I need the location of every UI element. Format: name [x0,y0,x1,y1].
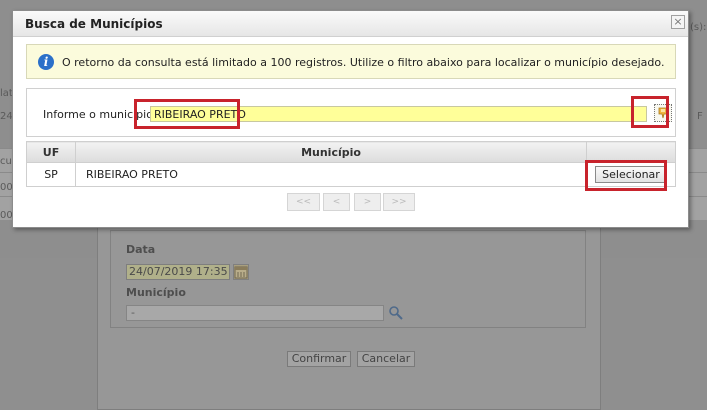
uf-column-header: UF [26,141,76,163]
pager-next-button[interactable]: > [354,193,381,211]
pager-previous-button[interactable]: < [323,193,350,211]
close-icon[interactable]: × [671,15,685,29]
municipio-search-dialog: Busca de Municípios × i O retorno da con… [12,10,689,228]
municipio-results-table: UF Município SP RIBEIRAO PRETO Seleciona… [26,141,676,187]
dialog-header: Busca de Municípios × [13,11,688,37]
municipio-column-header: Município [75,141,587,163]
calendar-icon[interactable] [233,264,249,280]
background-fieldset: Data 24/07/2019 17:35 Município - [110,230,586,328]
dialog-title: Busca de Municípios [25,17,163,31]
confirm-button[interactable]: Confirmar [287,351,351,367]
date-field[interactable]: 24/07/2019 17:35 [126,264,230,280]
uf-cell: SP [26,162,76,187]
highlight-filter-button [631,96,669,128]
cancel-button[interactable]: Cancelar [357,351,415,367]
background-text-fragment: 00 [0,182,13,193]
background-form-panel: Data 24/07/2019 17:35 Município - Confir… [97,212,601,410]
filter-panel: Informe o município [26,88,676,137]
table-header-row: UF Município [26,141,676,163]
info-icon: i [38,54,54,70]
background-text-fragment: 00 [0,210,13,221]
background-text-fragment: F [697,111,703,122]
background-text-fragment: (s): [690,22,707,33]
pager-first-button[interactable]: << [287,193,320,211]
info-message: i O retorno da consulta está limitado a … [26,44,676,79]
background-text-fragment: lat [0,88,13,99]
magnifier-icon[interactable] [388,305,404,321]
pager-last-button[interactable]: >> [383,193,415,211]
municipio-cell: RIBEIRAO PRETO [75,162,587,187]
table-row: SP RIBEIRAO PRETO Selecionar [26,162,676,187]
municipio-label: Município [126,286,186,299]
info-text: O retorno da consulta está limitado a 10… [62,56,665,69]
highlight-filter-value [134,99,240,129]
highlight-selecionar-button [585,160,667,191]
background-text-fragment: cu [0,156,12,167]
municipio-field[interactable]: - [126,305,384,321]
date-label: Data [126,243,156,256]
